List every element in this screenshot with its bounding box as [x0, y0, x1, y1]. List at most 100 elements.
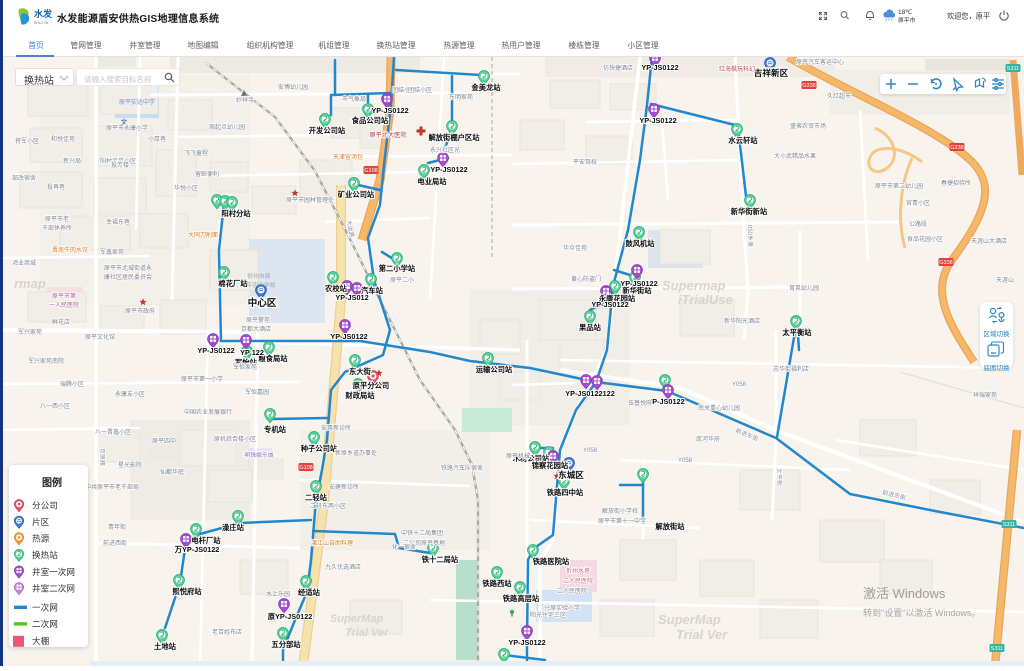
svg-text:大棚: 大棚: [32, 635, 49, 646]
svg-text:铁路汽车队宿舍: 铁路汽车队宿舍: [441, 464, 483, 472]
svg-text:YP-JS0122: YP-JS0122: [591, 300, 628, 309]
svg-text:仙都华庭: 仙都华庭: [160, 468, 184, 476]
svg-text:换热站: 换热站: [32, 549, 58, 560]
svg-text:二人民医院: 二人民医院: [557, 587, 587, 595]
svg-text:锦察花园站: 锦察花园站: [532, 461, 569, 470]
svg-text:棉花厂站: 棉花厂站: [218, 279, 248, 288]
svg-text:二轻东两小区: 二轻东两小区: [310, 502, 346, 510]
svg-text:原平市第: 原平市第: [52, 292, 76, 300]
svg-text:老百姓布店: 老百姓布店: [212, 628, 242, 636]
svg-text:S311: S311: [1007, 66, 1019, 72]
svg-text:原平市老: 原平市老: [45, 215, 69, 223]
svg-text:公路段: 公路段: [909, 220, 927, 228]
svg-text:黄心防盗门: 黄心防盗门: [571, 275, 601, 283]
svg-text:YP-JS0122: YP-JS0122: [639, 116, 676, 125]
svg-text:二人民医院: 二人民医院: [563, 577, 593, 585]
svg-text:中心区: 中心区: [248, 297, 277, 309]
svg-text:幸福东巷: 幸福东巷: [106, 218, 130, 226]
svg-text:投芳楼: 投芳楼: [111, 161, 129, 169]
svg-text:春捷招待所: 春捷招待所: [941, 179, 971, 187]
svg-text:阳光住宅三区: 阳光住宅三区: [530, 611, 566, 619]
svg-text:G338: G338: [939, 260, 952, 266]
svg-text:解放街小学校: 解放街小学校: [602, 507, 638, 515]
svg-text:华众佳苑: 华众佳苑: [563, 244, 587, 252]
svg-text:iTrialUse: iTrialUse: [678, 292, 733, 307]
svg-text:久红超市: 久红超市: [827, 92, 851, 100]
svg-text:安惠新诊所: 安惠新诊所: [321, 424, 351, 432]
svg-text:太平衡站: 太平衡站: [781, 328, 812, 337]
svg-text:一次网: 一次网: [32, 602, 58, 613]
svg-text:水发: 水发: [34, 8, 53, 19]
svg-text:铁路西站: 铁路西站: [482, 579, 512, 588]
svg-text:G108: G108: [299, 465, 312, 471]
svg-text:鸿业商城: 鸿业商城: [12, 259, 36, 267]
svg-text:留邮便利: 留邮便利: [195, 170, 219, 178]
svg-text:原平文化馆: 原平文化馆: [85, 333, 115, 341]
svg-text:大小武精品水果: 大小武精品水果: [774, 152, 816, 160]
svg-text:京都大酒店: 京都大酒店: [241, 325, 271, 333]
svg-text:华悦小区: 华悦小区: [174, 184, 198, 192]
svg-text:种子公司站: 种子公司站: [300, 444, 338, 453]
svg-text:青年街: 青年街: [108, 523, 126, 531]
svg-text:中国农业发展银行: 中国农业发展银行: [184, 408, 232, 416]
svg-text:永兴社区光: 永兴社区光: [430, 146, 460, 154]
svg-text:YP-JS0122122: YP-JS0122122: [565, 389, 615, 398]
svg-text:YP-JS0122: YP-JS0122: [430, 165, 467, 174]
svg-text:八一西小区: 八一西小区: [40, 402, 70, 410]
svg-text:八一晋鑫小区: 八一晋鑫小区: [95, 428, 131, 436]
svg-text:天涯山: 天涯山: [996, 276, 1014, 284]
svg-text:军怡家苑: 军怡家苑: [233, 363, 257, 371]
svg-text:平农业学校: 平农业学校: [247, 281, 276, 289]
svg-text:原平北大医院: 原平北大医院: [369, 131, 406, 139]
svg-text:平安驾校: 平安驾校: [573, 158, 597, 166]
svg-text:原机综合楼小区: 原机综合楼小区: [214, 435, 256, 443]
svg-text:明珠娱乐城: 明珠娱乐城: [245, 451, 274, 459]
svg-text:军怡嘉园: 军怡嘉园: [245, 388, 269, 396]
svg-text:原平分公司: 原平分公司: [353, 381, 389, 390]
svg-text:解放街站: 解放街站: [654, 522, 685, 531]
svg-text:干部休养所: 干部休养所: [42, 224, 72, 232]
svg-text:九久优选酒店: 九久优选酒店: [325, 563, 361, 571]
svg-text:井室一次网: 井室一次网: [32, 566, 75, 577]
svg-text:祥瑞家苑: 祥瑞家苑: [973, 391, 997, 399]
svg-text:铁路医院站: 铁路医院站: [533, 557, 570, 566]
svg-text:电业局站: 电业局站: [417, 177, 447, 186]
svg-text:YP-JS012: YP-JS012: [335, 293, 368, 302]
svg-text:投再巷: 投再巷: [47, 183, 65, 191]
svg-text:食品花园小区: 食品花园小区: [907, 235, 943, 243]
svg-text:开发公司站: 开发公司站: [309, 126, 346, 135]
svg-text:天涯山大酒店: 天涯山大酒店: [971, 237, 1007, 245]
svg-text:欢迎您，原平: 欢迎您，原平: [947, 12, 990, 21]
svg-text:澡庄站: 澡庄站: [222, 523, 245, 532]
svg-text:Y058: Y058: [732, 382, 747, 388]
svg-text:原平四中: 原平四中: [152, 437, 176, 445]
svg-text:土地站: 土地站: [154, 642, 177, 651]
svg-text:第二小学站: 第二小学站: [379, 264, 416, 273]
svg-text:文: 文: [120, 117, 128, 126]
svg-text:经适站: 经适站: [298, 588, 321, 597]
svg-text:仿快捷酒店: 仿快捷酒店: [603, 64, 633, 72]
svg-text:金美龙站: 金美龙站: [470, 83, 501, 92]
svg-text:新华阳光酒店: 新华阳光酒店: [724, 317, 760, 325]
svg-text:井室二次网: 井室二次网: [32, 582, 75, 593]
svg-text:YP 122: YP 122: [240, 348, 264, 357]
svg-text:鼓风机站: 鼓风机站: [625, 239, 655, 248]
svg-text:东大街: 东大街: [349, 367, 372, 376]
svg-text:熙悦府站: 熙悦府站: [172, 587, 202, 596]
svg-text:SuperMap: SuperMap: [330, 613, 383, 625]
svg-text:永康友小区: 永康友小区: [115, 390, 145, 398]
svg-text:水上乐园: 水上乐园: [266, 590, 290, 598]
svg-text:原平市北城街道永: 原平市北城街道永: [104, 264, 152, 272]
svg-text:矿业公司站: 矿业公司站: [338, 190, 375, 199]
svg-text:鲜花店: 鲜花店: [52, 318, 70, 326]
svg-text:果品站: 果品站: [578, 323, 602, 332]
svg-text:安建新诊所: 安建新诊所: [329, 483, 359, 491]
svg-text:原平市第一小学: 原平市第一小学: [181, 375, 223, 383]
svg-text:妙祥寺: 妙祥寺: [236, 96, 254, 104]
svg-text:G338: G338: [802, 83, 815, 89]
svg-text:五分部站: 五分部站: [271, 640, 301, 649]
svg-text:YP-JS0122: YP-JS0122: [371, 106, 408, 115]
svg-text:电杆厂站: 电杆厂站: [191, 536, 221, 545]
svg-text:万YP-JS0122: 万YP-JS0122: [174, 545, 220, 554]
svg-text:官青小区: 官青小区: [906, 199, 930, 207]
